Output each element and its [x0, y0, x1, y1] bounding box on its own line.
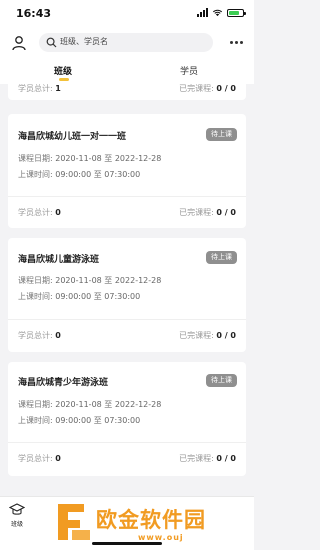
- class-card[interactable]: 海昌欣城青少年游泳班 待上课 课程日期: 2020-11-08 至 2022-1…: [8, 362, 246, 476]
- course-date: 课程日期: 2020-11-08 至 2022-12-28: [18, 400, 162, 409]
- class-title: 海昌欣城青少年游泳班: [18, 378, 109, 388]
- student-total: 学员总计: 1: [18, 84, 61, 93]
- class-time: 上课时间: 09:00:00 至 07:30:00: [18, 292, 141, 301]
- class-card[interactable]: 海昌欣城幼儿班一对一一班 待上课 课程日期: 2020-11-08 至 2022…: [8, 114, 246, 228]
- watermark-logo-icon: [58, 504, 90, 540]
- status-badge: 待上课: [206, 128, 237, 141]
- status-icons: [197, 8, 246, 17]
- status-badge: 待上课: [206, 374, 237, 387]
- student-total: 学员总计: 0: [18, 208, 61, 217]
- watermark-text: 欧金软件园: [96, 508, 206, 532]
- status-bar: 16:43: [0, 0, 254, 28]
- divider: [8, 196, 246, 197]
- signal-icon: [197, 8, 208, 17]
- graduation-cap-icon: [9, 503, 25, 515]
- completed-count: 已完课程: 0 / 0: [179, 84, 236, 93]
- class-title: 海昌欣城儿童游泳班: [18, 255, 100, 265]
- class-time: 上课时间: 09:00:00 至 07:30:00: [18, 416, 141, 425]
- home-indicator: [92, 542, 162, 545]
- search-placeholder: 班级、学员名: [60, 37, 108, 46]
- search-icon: [46, 37, 57, 48]
- class-list: 学员总计: 1 已完课程: 0 / 0 海昌欣城幼儿班一对一一班 待上课 课程日…: [0, 84, 254, 496]
- bottom-tab-label: 班级: [10, 521, 23, 528]
- class-time: 上课时间: 09:00:00 至 07:30:00: [18, 170, 141, 179]
- active-tab-indicator: [59, 78, 69, 81]
- tab-classes[interactable]: 班级: [54, 64, 72, 77]
- more-icon[interactable]: [230, 41, 243, 44]
- course-date: 课程日期: 2020-11-08 至 2022-12-28: [18, 276, 162, 285]
- status-time: 16:43: [16, 7, 52, 20]
- watermark: 欧金软件园 www.ouj: [54, 500, 252, 548]
- watermark-url: www.ouj: [138, 533, 184, 542]
- course-date: 课程日期: 2020-11-08 至 2022-12-28: [18, 154, 162, 163]
- status-badge: 待上课: [206, 251, 237, 264]
- completed-count: 已完课程: 0 / 0: [179, 331, 236, 340]
- completed-count: 已完课程: 0 / 0: [179, 208, 236, 217]
- tab-students[interactable]: 学员: [180, 64, 198, 77]
- tab-bar-top: 班级 学员: [0, 58, 254, 84]
- divider: [8, 319, 246, 320]
- class-card[interactable]: 海昌欣城儿童游泳班 待上课 课程日期: 2020-11-08 至 2022-12…: [8, 238, 246, 352]
- user-icon[interactable]: [11, 35, 27, 51]
- wifi-icon: [212, 9, 223, 17]
- completed-count: 已完课程: 0 / 0: [179, 454, 236, 463]
- top-bar: 班级、学员名: [0, 28, 254, 58]
- student-total: 学员总计: 0: [18, 454, 61, 463]
- search-input[interactable]: 班级、学员名: [39, 33, 213, 52]
- class-card-partial[interactable]: 学员总计: 1 已完课程: 0 / 0: [8, 84, 246, 100]
- student-total: 学员总计: 0: [18, 331, 61, 340]
- class-title: 海昌欣城幼儿班一对一一班: [18, 132, 127, 142]
- battery-icon: [227, 8, 246, 17]
- divider: [8, 442, 246, 443]
- bottom-tab-classes[interactable]: 班级: [2, 503, 32, 528]
